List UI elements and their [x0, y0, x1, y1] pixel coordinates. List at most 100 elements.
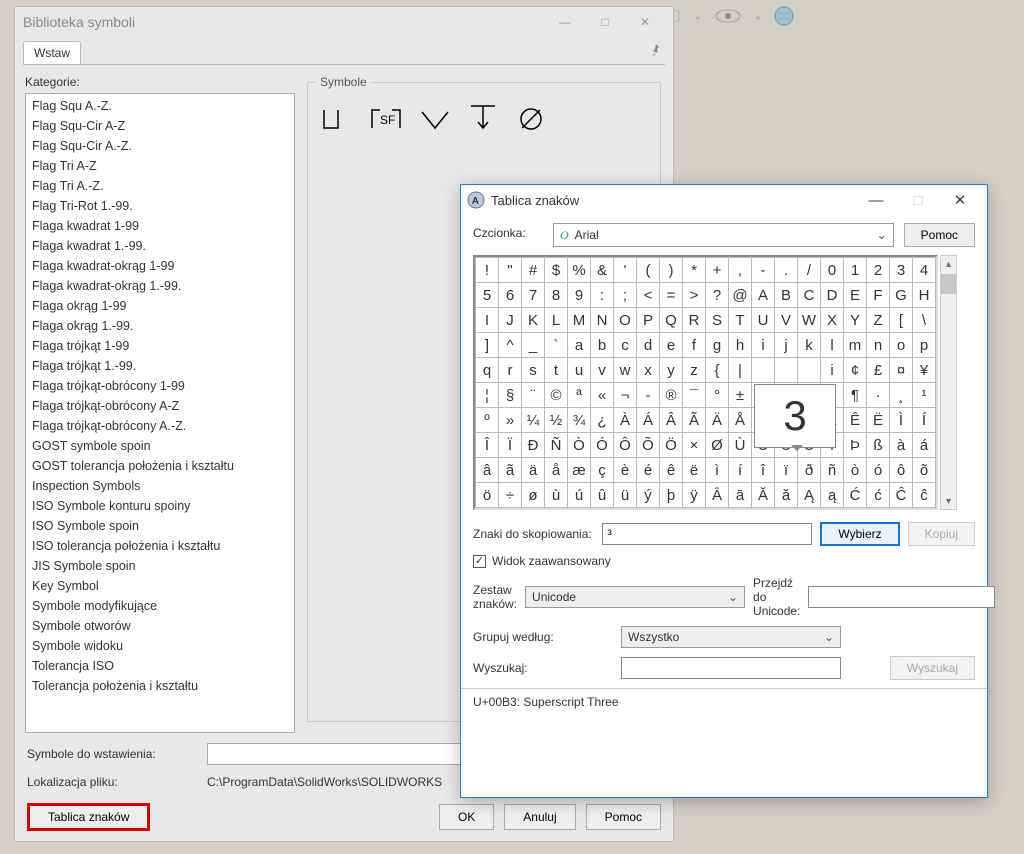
char-cell[interactable]: ý: [637, 483, 660, 508]
char-cell[interactable]: ì: [706, 458, 729, 483]
char-cell[interactable]: ü: [614, 483, 637, 508]
char-cell[interactable]: à: [890, 433, 913, 458]
select-button[interactable]: Wybierz: [820, 522, 899, 546]
char-cell[interactable]: x: [637, 358, 660, 383]
char-cell[interactable]: e: [660, 333, 683, 358]
char-cell[interactable]: o: [890, 333, 913, 358]
list-item[interactable]: Symbole widoku: [26, 636, 294, 656]
char-cell[interactable]: á: [913, 433, 936, 458]
char-cell[interactable]: \: [913, 308, 936, 333]
char-cell[interactable]: R: [683, 308, 706, 333]
char-cell[interactable]: õ: [913, 458, 936, 483]
char-cell[interactable]: ø: [522, 483, 545, 508]
char-cell[interactable]: w: [614, 358, 637, 383]
char-cell[interactable]: a: [568, 333, 591, 358]
char-cell[interactable]: £: [867, 358, 890, 383]
titlebar[interactable]: Biblioteka symboli — □ ✕: [15, 7, 673, 37]
char-cell[interactable]: »: [499, 408, 522, 433]
char-cell[interactable]: m: [844, 333, 867, 358]
char-cell[interactable]: ñ: [821, 458, 844, 483]
char-cell[interactable]: Ô: [614, 433, 637, 458]
char-cell[interactable]: Î: [476, 433, 499, 458]
char-cell[interactable]: %: [568, 258, 591, 283]
char-cell[interactable]: Ä: [706, 408, 729, 433]
char-cell[interactable]: H: [913, 283, 936, 308]
char-cell[interactable]: Þ: [844, 433, 867, 458]
char-cell[interactable]: E: [844, 283, 867, 308]
char-cell[interactable]: ë: [683, 458, 706, 483]
char-cell[interactable]: $: [545, 258, 568, 283]
char-cell[interactable]: ù: [545, 483, 568, 508]
char-cell[interactable]: K: [522, 308, 545, 333]
char-cell[interactable]: @: [729, 283, 752, 308]
char-cell[interactable]: 8: [545, 283, 568, 308]
char-cell[interactable]: â: [476, 458, 499, 483]
maximize-button[interactable]: □: [897, 192, 939, 209]
char-cell[interactable]: ¤: [890, 358, 913, 383]
char-cell[interactable]: ¥: [913, 358, 936, 383]
list-item[interactable]: Symbole modyfikujące: [26, 596, 294, 616]
char-cell[interactable]: À: [614, 408, 637, 433]
char-cell[interactable]: 3: [890, 258, 913, 283]
char-cell[interactable]: Õ: [637, 433, 660, 458]
char-cell[interactable]: z: [683, 358, 706, 383]
char-cell[interactable]: q: [476, 358, 499, 383]
char-cell[interactable]: ÷: [499, 483, 522, 508]
char-cell[interactable]: ): [660, 258, 683, 283]
char-cell[interactable]: {: [706, 358, 729, 383]
list-item[interactable]: Symbole otworów: [26, 616, 294, 636]
symbol-counterbore[interactable]: [320, 103, 358, 135]
maximize-button[interactable]: □: [585, 10, 625, 34]
char-cell[interactable]: î: [752, 458, 775, 483]
list-item[interactable]: JIS Symbole spoin: [26, 556, 294, 576]
list-item[interactable]: Flaga trójkąt-obrócony 1-99: [26, 376, 294, 396]
char-cell[interactable]: Z: [867, 308, 890, 333]
categories-list[interactable]: Flag Squ A.-Z.Flag Squ-Cir A-ZFlag Squ-C…: [26, 94, 294, 732]
char-cell[interactable]: Ó: [591, 433, 614, 458]
char-cell[interactable]: L: [545, 308, 568, 333]
char-cell[interactable]: ¶: [844, 383, 867, 408]
char-cell[interactable]: ¬: [614, 383, 637, 408]
list-item[interactable]: Flaga kwadrat 1-99: [26, 216, 294, 236]
char-cell[interactable]: .: [775, 258, 798, 283]
char-cell[interactable]: ö: [476, 483, 499, 508]
char-cell[interactable]: +: [706, 258, 729, 283]
char-cell[interactable]: h: [729, 333, 752, 358]
char-cell[interactable]: é: [637, 458, 660, 483]
char-cell[interactable]: Ā: [706, 483, 729, 508]
ok-button[interactable]: OK: [439, 804, 494, 830]
list-item[interactable]: Flag Tri A.-Z.: [26, 176, 294, 196]
eye-icon[interactable]: [714, 7, 742, 28]
char-cell[interactable]: =: [660, 283, 683, 308]
char-cell[interactable]: [752, 358, 775, 383]
char-cell[interactable]: !: [476, 258, 499, 283]
char-cell[interactable]: Y: [844, 308, 867, 333]
char-cell[interactable]: Ò: [568, 433, 591, 458]
group-combo[interactable]: Wszystko⌄: [621, 626, 841, 648]
char-cell[interactable]: S: [706, 308, 729, 333]
char-cell[interactable]: -: [752, 258, 775, 283]
char-cell[interactable]: ó: [867, 458, 890, 483]
char-cell[interactable]: /: [798, 258, 821, 283]
char-cell[interactable]: B: [775, 283, 798, 308]
char-cell[interactable]: v: [591, 358, 614, 383]
list-item[interactable]: Flaga kwadrat-okrąg 1-99: [26, 256, 294, 276]
list-item[interactable]: Flag Squ-Cir A-Z: [26, 116, 294, 136]
char-cell[interactable]: §: [499, 383, 522, 408]
symbol-countersink[interactable]: [416, 103, 454, 135]
list-item[interactable]: Flaga okrąg 1.-99.: [26, 316, 294, 336]
char-cell[interactable]: [798, 358, 821, 383]
char-cell[interactable]: æ: [568, 458, 591, 483]
char-cell[interactable]: Ã: [683, 408, 706, 433]
char-cell[interactable]: ': [614, 258, 637, 283]
char-cell[interactable]: 4: [913, 258, 936, 283]
char-cell[interactable]: ½: [545, 408, 568, 433]
char-cell[interactable]: t: [545, 358, 568, 383]
char-cell[interactable]: r: [499, 358, 522, 383]
list-item[interactable]: GOST tolerancja położenia i kształtu: [26, 456, 294, 476]
char-cell[interactable]: W: [798, 308, 821, 333]
char-cell[interactable]: ĉ: [913, 483, 936, 508]
char-cell[interactable]: [775, 358, 798, 383]
list-item[interactable]: Flaga okrąg 1-99: [26, 296, 294, 316]
char-cell[interactable]: ×: [683, 433, 706, 458]
